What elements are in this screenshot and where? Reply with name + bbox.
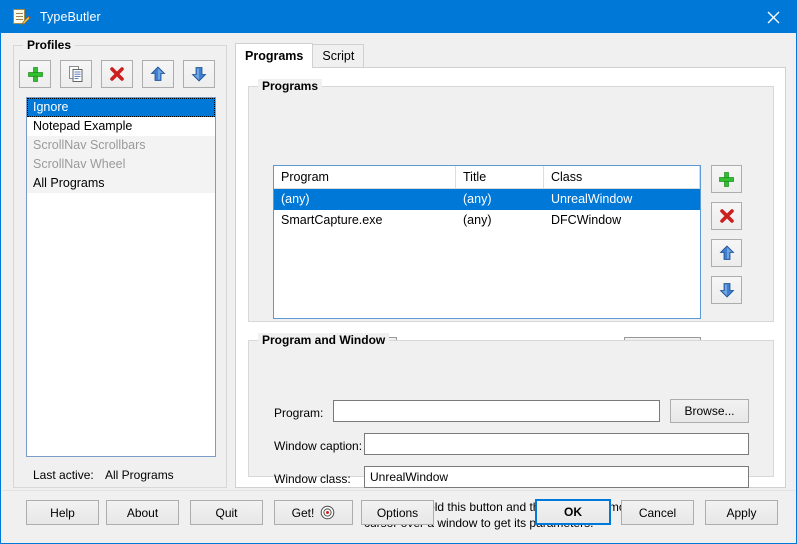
program-label: Program: [274, 406, 323, 420]
last-active-value: All Programs [105, 468, 174, 482]
table-header-row: Program Title Class [274, 166, 700, 189]
move-up-button[interactable] [142, 60, 174, 88]
delete-program-button[interactable] [711, 202, 742, 230]
program-and-window-group-label: Program and Window [258, 333, 389, 347]
list-item[interactable]: ScrollNav Wheel [27, 155, 215, 174]
window-class-input[interactable]: UnrealWindow [364, 466, 749, 488]
column-header-title[interactable]: Title [456, 166, 544, 188]
last-active-label: Last active: [33, 468, 94, 482]
list-item[interactable]: Ignore [27, 98, 215, 117]
document-pencil-icon [12, 8, 30, 26]
cell-class: DFCWindow [544, 210, 700, 231]
window-caption-label: Window caption: [274, 439, 362, 453]
list-item[interactable]: Notepad Example [27, 117, 215, 136]
tab-programs[interactable]: Programs [235, 43, 313, 68]
ok-button[interactable]: OK [535, 499, 611, 525]
move-down-button[interactable] [183, 60, 215, 88]
get-button-label: Get! [292, 506, 315, 520]
program-move-up-button[interactable] [711, 239, 742, 267]
cell-program: SmartCapture.exe [274, 210, 456, 231]
quit-button[interactable]: Quit [190, 500, 263, 525]
program-move-down-button[interactable] [711, 276, 742, 304]
programs-table[interactable]: Program Title Class (any) (any) UnrealWi… [273, 165, 701, 319]
close-icon[interactable] [750, 1, 796, 33]
window-class-label: Window class: [274, 472, 351, 486]
copy-profile-button[interactable] [60, 60, 92, 88]
application-window: TypeButler Profiles [0, 0, 797, 544]
profiles-list[interactable]: Ignore Notepad Example ScrollNav Scrollb… [26, 97, 216, 457]
programs-group-label: Programs [258, 79, 322, 93]
delete-profile-button[interactable] [101, 60, 133, 88]
column-header-program[interactable]: Program [274, 166, 456, 188]
help-button[interactable]: Help [26, 500, 99, 525]
list-item[interactable]: All Programs [27, 174, 215, 193]
window-title: TypeButler [40, 10, 101, 24]
browse-button[interactable]: Browse... [670, 399, 749, 423]
title-bar: TypeButler [1, 1, 796, 33]
cancel-button[interactable]: Cancel [621, 500, 694, 525]
cell-title: (any) [456, 210, 544, 231]
tab-panel-programs: Programs Program Title Class (any) (any)… [235, 67, 786, 488]
about-button[interactable]: About [106, 500, 179, 525]
add-program-button[interactable] [711, 165, 742, 193]
column-header-class[interactable]: Class [544, 166, 700, 188]
list-item[interactable]: ScrollNav Scrollbars [27, 136, 215, 155]
profiles-toolbar [19, 60, 215, 88]
cell-title: (any) [456, 189, 544, 210]
tab-script[interactable]: Script [312, 44, 364, 68]
table-row[interactable]: (any) (any) UnrealWindow [274, 189, 700, 210]
apply-button[interactable]: Apply [705, 500, 778, 525]
options-button[interactable]: Options [361, 500, 434, 525]
profiles-group-label: Profiles [23, 38, 75, 52]
programs-side-toolbar [711, 165, 742, 304]
cell-class: UnrealWindow [544, 189, 700, 210]
get-button[interactable]: Get! [274, 500, 353, 525]
program-input[interactable] [333, 400, 660, 422]
tab-strip: Programs Script [235, 44, 364, 68]
cell-program: (any) [274, 189, 456, 210]
footer-divider [2, 490, 795, 491]
table-row[interactable]: SmartCapture.exe (any) DFCWindow [274, 210, 700, 231]
add-profile-button[interactable] [19, 60, 51, 88]
target-crosshair-icon [320, 505, 335, 520]
window-caption-input[interactable] [364, 433, 749, 455]
